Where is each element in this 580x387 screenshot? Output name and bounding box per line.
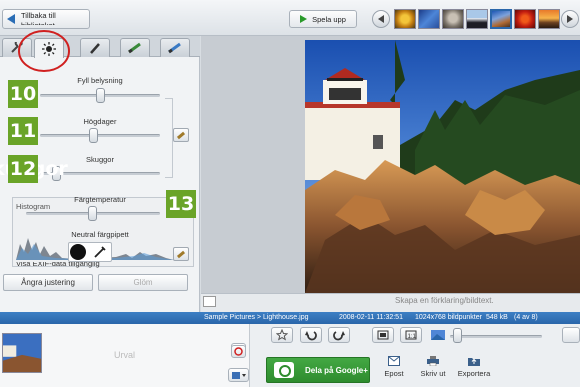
print-label: Skriv ut: [420, 369, 446, 378]
zoom-photo-icon: [431, 330, 445, 340]
status-size: 548 kB: [486, 314, 508, 321]
envelope-icon: [388, 356, 400, 366]
neutral-color-swatch: [70, 244, 86, 260]
lighthouse-photo: [305, 40, 580, 293]
penguins-thumb[interactable]: [466, 9, 488, 29]
badge-13: 13: [166, 190, 196, 218]
rotate-right-button[interactable]: [328, 327, 350, 343]
status-path: Sample Pictures > Lighthouse.jpg: [204, 314, 309, 321]
status-date: 2008-02-11 11:32:51: [339, 314, 403, 321]
highlights-track[interactable]: [40, 134, 160, 137]
status-position: (4 av 8): [514, 314, 538, 321]
tray-lighthouse-thumb[interactable]: [2, 333, 42, 373]
fill-light-label: Fyll belysning: [77, 76, 123, 85]
color-temp-auto-button[interactable]: [173, 247, 189, 261]
fit-screen-button[interactable]: [372, 327, 394, 343]
badge-12: 12: [8, 155, 38, 183]
camera-plus-icon: [274, 362, 294, 378]
effects-brush-icon: [168, 42, 181, 54]
star-button[interactable]: [271, 327, 293, 343]
play-slideshow-button[interactable]: Spela upp: [289, 10, 357, 28]
badge-11: 11: [8, 117, 38, 145]
sunset-thumb[interactable]: [538, 9, 560, 29]
clear-button[interactable]: Glöm: [98, 274, 188, 291]
badge-10: 10: [8, 80, 38, 108]
preview-margin: [201, 36, 303, 312]
zoom-slider[interactable]: [453, 328, 462, 343]
red-circle-icon: [234, 347, 243, 356]
tray-menu-button[interactable]: [228, 368, 249, 382]
play-label: Spela upp: [312, 14, 346, 24]
share-label: Dela på Google+: [305, 365, 368, 375]
tray-menu-icon: [231, 371, 246, 379]
export-folder-icon: [468, 358, 480, 366]
back-label: Tillbaka till: [21, 11, 56, 20]
lighthouse-thumb[interactable]: [490, 9, 512, 29]
effects-tab[interactable]: [160, 38, 190, 57]
top-toolbar: Tillbaka till biblioteket Spela upp: [0, 0, 580, 36]
color-tab[interactable]: [120, 38, 150, 57]
highlights-label: Högdager: [83, 117, 117, 126]
status-dimensions: 1024x768 bildpunkter: [415, 314, 482, 321]
star-icon: [276, 329, 288, 341]
highlight-circle: [18, 30, 70, 72]
brush-icon: [90, 43, 100, 54]
slider-group-bracket: [165, 98, 173, 178]
color-temp-label: Färgtemperatur: [74, 195, 126, 204]
caption-bar: [201, 293, 580, 312]
caption-icon[interactable]: [203, 296, 216, 307]
export-label: Exportera: [457, 369, 491, 378]
fill-light-slider[interactable]: [96, 88, 105, 103]
brush-tab[interactable]: [80, 38, 110, 57]
eyedropper-icon[interactable]: [92, 244, 108, 260]
remove-button[interactable]: [231, 345, 246, 358]
sunflower-thumb[interactable]: [394, 9, 416, 29]
rotate-left-button[interactable]: [300, 327, 322, 343]
rotate-right-icon: [333, 331, 345, 341]
print-button[interactable]: Skriv ut: [410, 356, 456, 378]
koala-thumb[interactable]: [442, 9, 464, 29]
fullscreen-button[interactable]: [562, 327, 580, 343]
undo-adjustment-button[interactable]: Ångra justering: [3, 274, 93, 291]
color-brush-icon: [128, 42, 141, 54]
back-to-library-button[interactable]: Tillbaka till biblioteket: [2, 9, 90, 29]
email-label: Epost: [384, 369, 404, 378]
next-photo-button[interactable]: [561, 10, 579, 28]
tray-label: Urval: [114, 350, 136, 360]
fit-screen-icon: [377, 330, 389, 340]
status-bar: Sample Pictures > Lighthouse.jpg 2008-02…: [0, 312, 580, 324]
highlights-slider[interactable]: [89, 128, 98, 143]
color-temp-slider[interactable]: [88, 206, 97, 221]
actual-size-button[interactable]: 1:1: [400, 327, 422, 343]
previous-photo-button[interactable]: [372, 10, 390, 28]
printer-icon: [427, 356, 439, 366]
actual-size-icon: 1:1: [405, 330, 417, 340]
export-button[interactable]: Exportera: [451, 356, 497, 378]
svg-text:1:1: 1:1: [408, 334, 417, 340]
rotate-left-icon: [305, 331, 317, 341]
blue-thumb[interactable]: [418, 9, 440, 29]
highlights-auto-button[interactable]: [173, 128, 189, 142]
back-arrow-icon: [7, 14, 15, 24]
play-icon: [300, 15, 308, 23]
caption-placeholder[interactable]: Skapa en förklaring/bildtext.: [395, 296, 494, 305]
exif-label: Visa EXIF-data tillgänglig: [16, 262, 100, 268]
back-label-line2: biblioteket: [21, 22, 55, 25]
zoom-track[interactable]: [450, 335, 542, 338]
share-google-plus-button[interactable]: Dela på Google+: [266, 357, 370, 383]
red-flower-thumb[interactable]: [514, 9, 536, 29]
